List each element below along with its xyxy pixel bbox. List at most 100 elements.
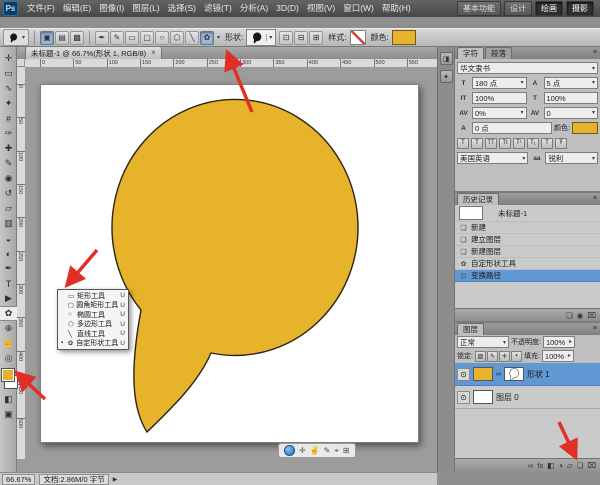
shape-tool[interactable]: ✿: [0, 306, 17, 321]
add-mask-icon[interactable]: ◧: [547, 461, 554, 470]
menu-item[interactable]: 帮助(H): [378, 0, 415, 17]
strikethrough-button[interactable]: Ŧ: [555, 138, 567, 149]
superscript-button[interactable]: T¹: [513, 138, 525, 149]
tool-preset-picker[interactable]: ▾: [3, 29, 29, 46]
shape-layers-button[interactable]: ▣: [40, 31, 54, 45]
grid-icon[interactable]: ⊞: [343, 444, 350, 457]
marquee-tool[interactable]: ▭: [0, 66, 17, 81]
gradient-tool[interactable]: ▥: [0, 216, 17, 231]
layer-fill-thumbnail[interactable]: [473, 367, 493, 381]
subtract-shape-button[interactable]: ⊟: [294, 31, 308, 45]
screen-mode-button[interactable]: ▣: [0, 407, 17, 422]
delete-state-icon[interactable]: ⌧: [587, 311, 596, 320]
subscript-button[interactable]: T₁: [527, 138, 539, 149]
pen-tool[interactable]: ✒: [0, 261, 17, 276]
lock-transparent-icon[interactable]: ▨: [475, 351, 486, 362]
intersect-shape-button[interactable]: ⊞: [309, 31, 323, 45]
layer-name[interactable]: 图层 0: [496, 392, 519, 403]
history-brush-tool[interactable]: ↺: [0, 186, 17, 201]
baseline-shift-field[interactable]: 0 点: [472, 122, 552, 134]
style-picker[interactable]: [350, 30, 366, 45]
close-icon[interactable]: ×: [151, 49, 156, 57]
dodge-tool[interactable]: ◐: [0, 246, 17, 261]
rounded-rectangle-button[interactable]: ▢: [140, 31, 154, 45]
zoom-level-field[interactable]: 66.67%: [2, 474, 35, 485]
layer-row-layer0[interactable]: ⊙ 图层 0: [455, 386, 600, 409]
history-state[interactable]: ✿ 自定形状工具: [455, 258, 600, 270]
all-caps-button[interactable]: TT: [485, 138, 497, 149]
panel-menu-icon[interactable]: ≡: [593, 47, 597, 59]
hand-tool[interactable]: ✌: [0, 336, 17, 351]
font-size-field[interactable]: 180 点 ▾: [472, 77, 527, 89]
menu-item[interactable]: 3D(D): [272, 0, 303, 17]
pen-tool-button[interactable]: ✒: [95, 31, 109, 45]
flyout-item[interactable]: ▢ 圆角矩形工具 U: [58, 301, 128, 311]
hand-icon[interactable]: ✌: [310, 444, 320, 457]
crop-tool[interactable]: #: [0, 111, 17, 126]
layer-row-shape1[interactable]: ⊙ ∞ 形状 1: [455, 363, 600, 386]
freeform-pen-button[interactable]: ✎: [110, 31, 124, 45]
zoom-icon[interactable]: ⌖: [334, 444, 339, 457]
lasso-tool[interactable]: ∿: [0, 81, 17, 96]
tab-history[interactable]: 历史记录: [457, 193, 499, 205]
new-document-from-state-icon[interactable]: ❏: [566, 311, 573, 320]
rectangle-button[interactable]: ▭: [125, 31, 139, 45]
history-state[interactable]: ❏ 新建图层: [455, 246, 600, 258]
dock-panel-icon-b[interactable]: ✦: [440, 70, 453, 83]
opacity-field[interactable]: 100% ▸: [543, 336, 575, 348]
flyout-item[interactable]: ▪ ✿ 自定形状工具 U: [58, 339, 128, 349]
speech-bubble-shape[interactable]: [41, 85, 418, 442]
dock-panel-icon-a[interactable]: ◨: [440, 52, 453, 65]
menu-item[interactable]: 文件(F): [23, 0, 59, 17]
history-state[interactable]: ❏ 建立图层: [455, 234, 600, 246]
zoom-tool[interactable]: ◎: [0, 351, 17, 366]
visibility-eye-icon[interactable]: ⊙: [457, 368, 470, 381]
shape-picker-dropdown[interactable]: ▾: [246, 29, 276, 46]
workspace-button[interactable]: 绘画: [535, 1, 563, 16]
text-color-swatch[interactable]: [572, 122, 598, 134]
flyout-item[interactable]: ▭ 矩形工具 U: [58, 291, 128, 301]
vertical-scale-field[interactable]: 100%: [472, 92, 527, 104]
history-state[interactable]: ⊡ 变换路径: [455, 270, 600, 282]
delete-layer-icon[interactable]: ⌧: [587, 461, 596, 470]
menu-item[interactable]: 图层(L): [128, 0, 163, 17]
flyout-item[interactable]: ⬠ 多边形工具 U: [58, 320, 128, 330]
document-page[interactable]: [40, 84, 419, 443]
polygon-button[interactable]: ⬠: [170, 31, 184, 45]
3d-rotate-tool[interactable]: ⊕: [0, 321, 17, 336]
blur-tool[interactable]: ◒: [0, 231, 17, 246]
panel-menu-icon[interactable]: ≡: [593, 193, 597, 205]
new-layer-icon[interactable]: ❏: [577, 461, 584, 470]
font-family-select[interactable]: 华文隶书 ▾: [457, 62, 598, 74]
underline-button[interactable]: T: [541, 138, 553, 149]
small-caps-button[interactable]: Tt: [499, 138, 511, 149]
tab-layers[interactable]: 图层: [457, 323, 484, 335]
flyout-item[interactable]: ○ 椭圆工具 U: [58, 310, 128, 320]
anti-alias-select[interactable]: 锐利 ▾: [545, 152, 598, 164]
menu-item[interactable]: 视图(V): [303, 0, 339, 17]
history-state[interactable]: 未标题-1: [455, 205, 600, 222]
type-tool[interactable]: T: [0, 276, 17, 291]
status-expand-icon[interactable]: ▶: [113, 476, 118, 483]
workspace-button[interactable]: 摄影: [566, 1, 594, 16]
quick-mask-button[interactable]: ◧: [0, 392, 17, 407]
menu-item[interactable]: 图像(I): [95, 0, 128, 17]
history-state[interactable]: ❏ 新建: [455, 222, 600, 234]
faux-italic-button[interactable]: T: [471, 138, 483, 149]
pan-icon[interactable]: ✛: [299, 444, 306, 457]
menu-item[interactable]: 滤镜(T): [200, 0, 236, 17]
healing-brush-tool[interactable]: ✚: [0, 141, 17, 156]
add-shape-button[interactable]: ⊡: [279, 31, 293, 45]
path-selection-tool[interactable]: ▶: [0, 291, 17, 306]
visibility-eye-icon[interactable]: ⊙: [457, 391, 470, 404]
clone-stamp-tool[interactable]: ◉: [0, 171, 17, 186]
panel-menu-icon[interactable]: ≡: [593, 323, 597, 335]
workspace-button[interactable]: 基本功能: [457, 1, 501, 16]
layer-name[interactable]: 形状 1: [527, 369, 550, 380]
link-layers-icon[interactable]: ∞: [528, 461, 533, 470]
leading-field[interactable]: 5 点 ▾: [544, 77, 599, 89]
workspace-button[interactable]: 设计: [504, 1, 532, 16]
tab-character[interactable]: 字符: [457, 47, 484, 59]
canvas-viewport[interactable]: ✛✌✎⌖⊞: [25, 67, 437, 459]
shape-color-swatch[interactable]: [392, 30, 416, 45]
